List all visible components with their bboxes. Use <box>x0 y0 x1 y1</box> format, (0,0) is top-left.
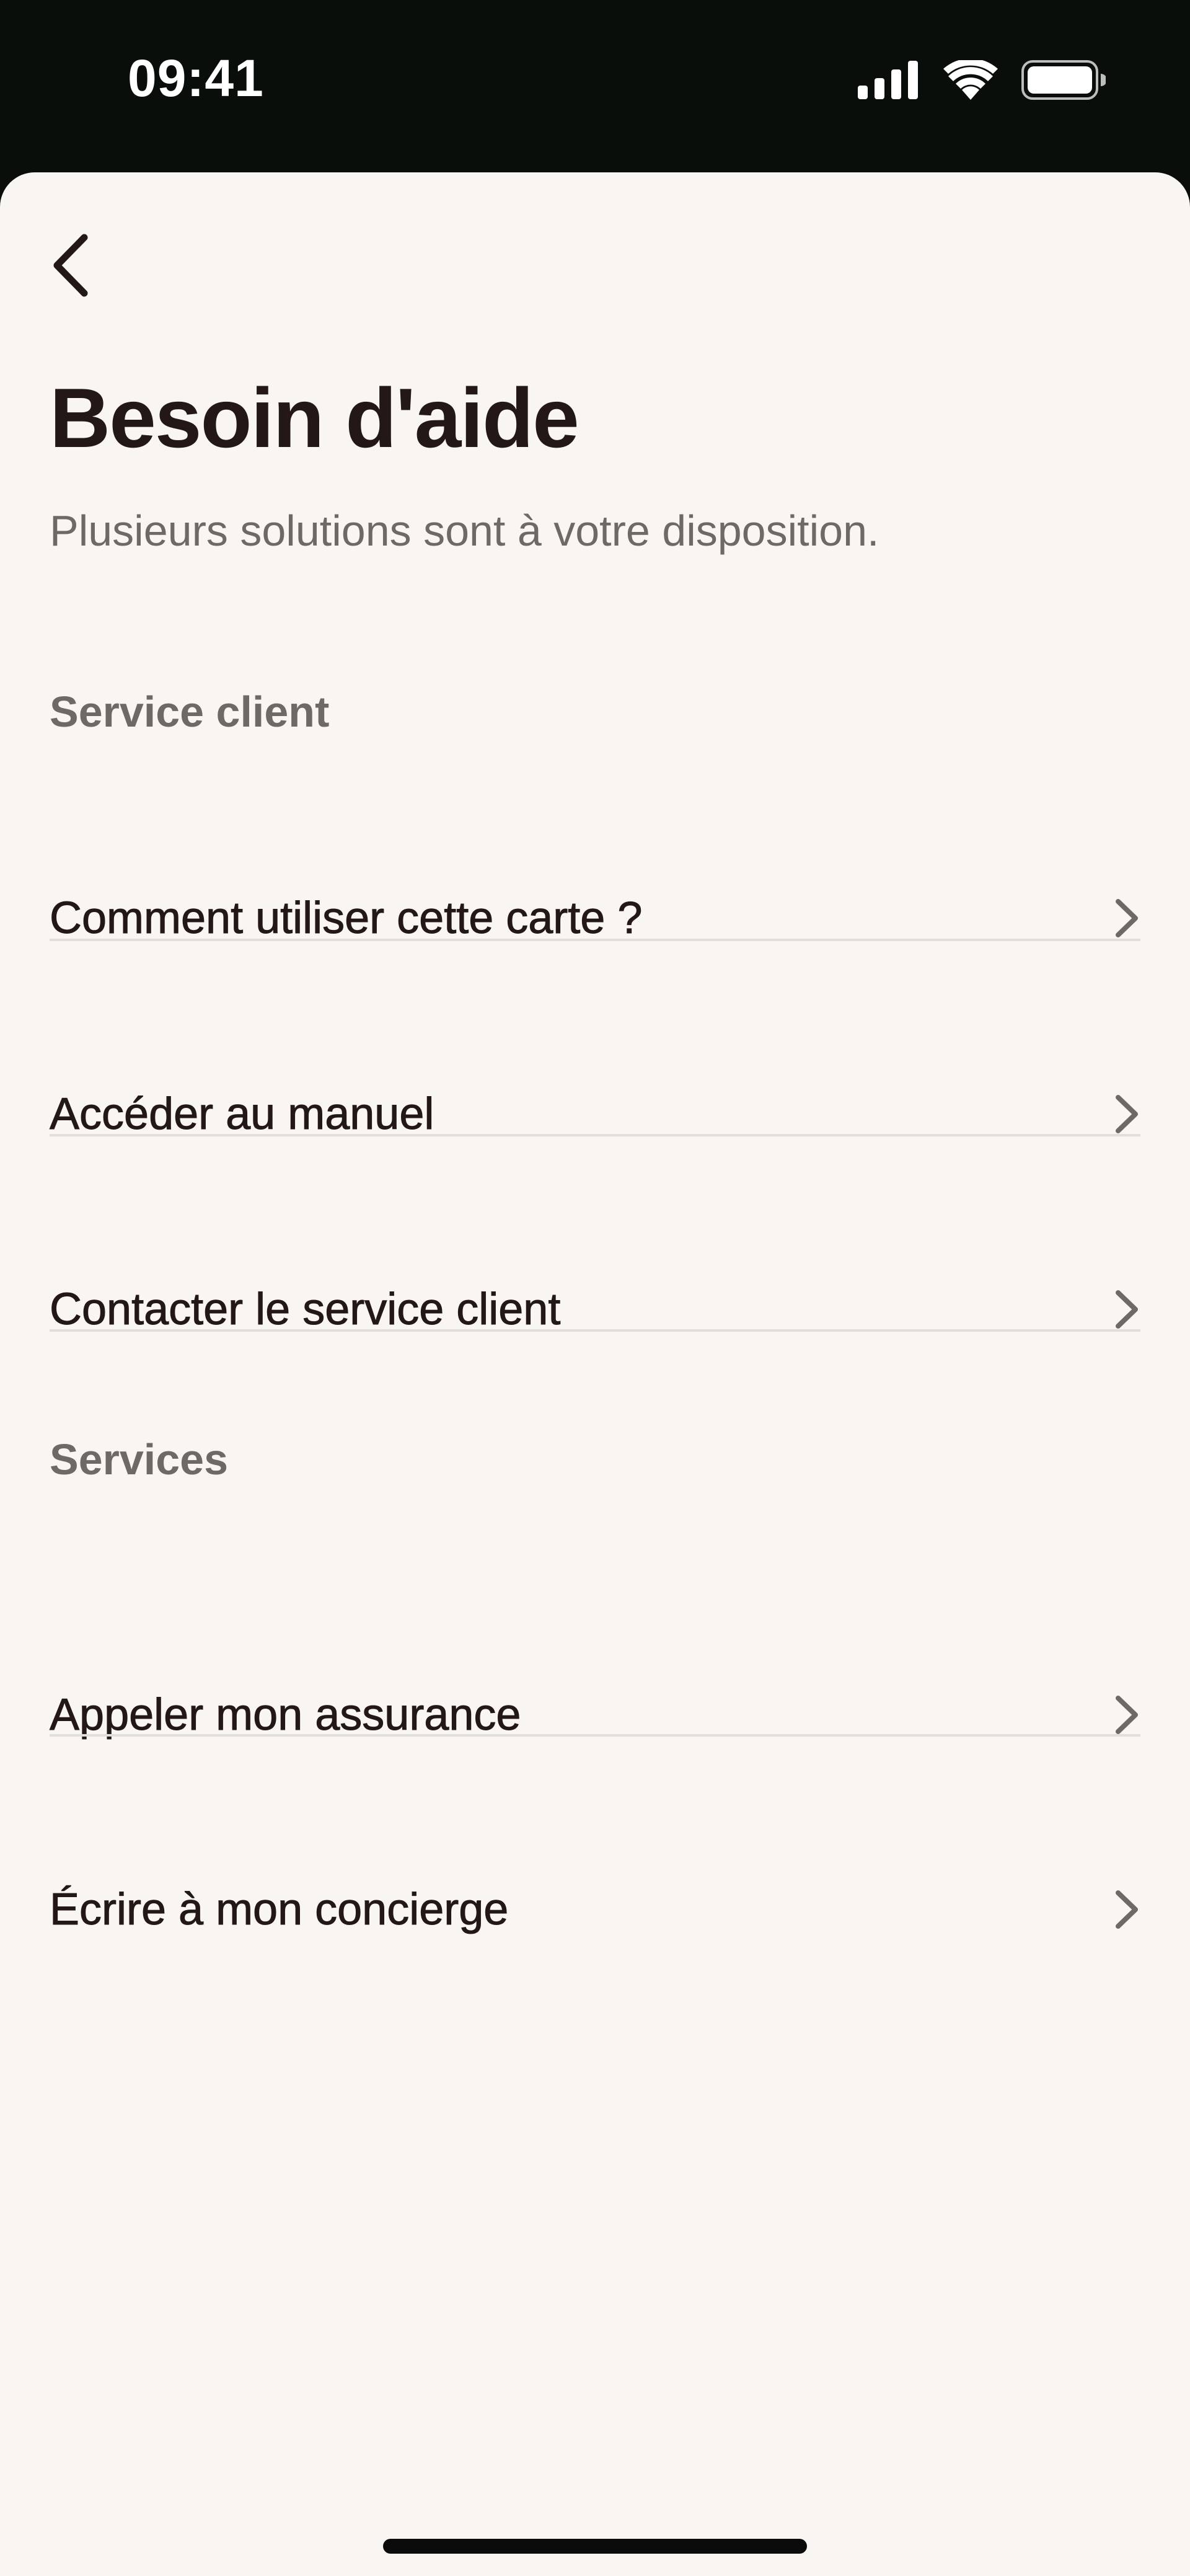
section-title-services: Services <box>50 1435 229 1484</box>
chevron-right-icon <box>1103 1888 1140 1931</box>
help-sheet: Besoin d'aide Plusieurs solutions sont à… <box>0 172 1190 2576</box>
list-item-call-insurance[interactable]: Appeler mon assurance <box>49 1618 1140 1812</box>
list-item-label: Contacter le service client <box>49 1285 561 1335</box>
back-button[interactable] <box>48 222 123 309</box>
list-item-label: Comment utiliser cette carte ? <box>49 893 643 944</box>
divider <box>50 1134 1140 1136</box>
list-item-label: Appeler mon assurance <box>49 1690 521 1740</box>
chevron-left-icon <box>53 234 88 297</box>
wifi-icon <box>943 60 998 100</box>
cellular-signal-icon <box>858 61 918 99</box>
page-title: Besoin d'aide <box>50 371 580 465</box>
list-item-label: Écrire à mon concierge <box>49 1885 509 1935</box>
list-item-manual[interactable]: Accéder au manuel <box>49 1017 1140 1211</box>
page-subtitle: Plusieurs solutions sont à votre disposi… <box>50 507 879 555</box>
divider <box>50 1329 1140 1332</box>
status-time: 09:41 <box>128 49 264 107</box>
chevron-right-icon <box>1103 1288 1140 1331</box>
list-item-contact-support[interactable]: Contacter le service client <box>49 1212 1140 1407</box>
battery-icon <box>1021 60 1106 100</box>
divider <box>50 939 1140 941</box>
divider <box>50 1734 1140 1737</box>
status-bar: 09:41 <box>0 0 1190 175</box>
list-item-write-concierge[interactable]: Écrire à mon concierge <box>49 1812 1140 2007</box>
status-icons <box>858 58 1106 102</box>
list-item-usage[interactable]: Comment utiliser cette carte ? <box>49 821 1140 1016</box>
chevron-right-icon <box>1103 1693 1140 1737</box>
chevron-right-icon <box>1103 1092 1140 1136</box>
list-item-label: Accéder au manuel <box>49 1089 434 1140</box>
section-title-service-client: Service client <box>50 688 330 736</box>
home-indicator[interactable] <box>383 2539 807 2554</box>
chevron-right-icon <box>1103 896 1140 940</box>
